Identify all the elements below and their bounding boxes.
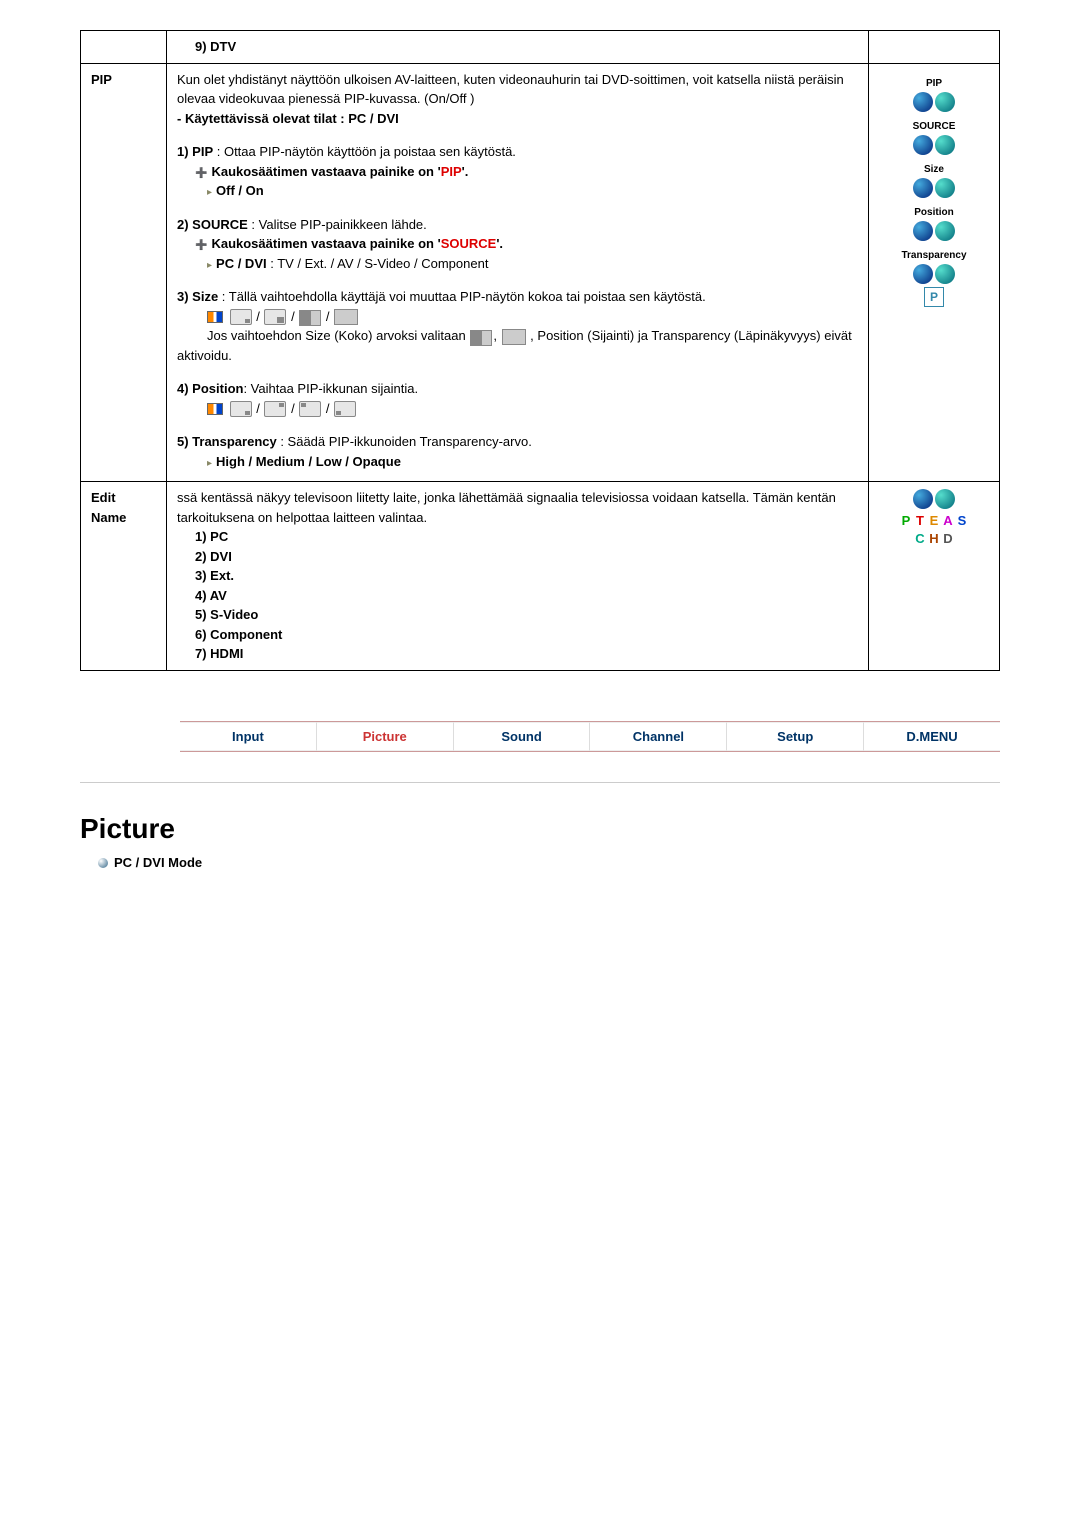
- edit-item-1: 1) PC: [195, 529, 228, 544]
- pip-3-desc: : Tällä vaihtoehdolla käyttäjä voi muutt…: [218, 289, 706, 304]
- pip-pos-bl-icon: [334, 401, 356, 417]
- letters-row-1: PTEAS: [879, 514, 989, 528]
- edit-name-label: Edit Name: [81, 482, 167, 671]
- remote-label-transparency: Transparency: [879, 248, 989, 263]
- remote-play-icon: [913, 178, 933, 198]
- pip-4-title: 4) Position: [177, 381, 243, 396]
- remote-play-icon: [913, 92, 933, 112]
- pip-5-desc: : Säädä PIP-ikkunoiden Transparency-arvo…: [277, 434, 532, 449]
- pip-1-remote-a: Kaukosäätimen vastaava painike on ': [211, 164, 440, 179]
- pip-4-desc: : Vaihtaa PIP-ikkunan sijaintia.: [243, 381, 418, 396]
- tab-channel[interactable]: Channel: [590, 722, 727, 751]
- prev-row-content: 9) DTV: [167, 31, 869, 64]
- prev-row-icons: [869, 31, 1000, 64]
- tab-setup[interactable]: Setup: [727, 722, 864, 751]
- pip-2-desc: : Valitse PIP-painikkeen lähde.: [248, 217, 427, 232]
- pip-3-title: 3) Size: [177, 289, 218, 304]
- remote-play-icon: [913, 135, 933, 155]
- remote-stop-icon: [935, 221, 955, 241]
- pip-pos-br-icon: [230, 401, 252, 417]
- pip-content: Kun olet yhdistänyt näyttöön ulkoisen AV…: [167, 63, 869, 482]
- edit-item-7: 7) HDMI: [195, 646, 243, 661]
- pip-2-remote-a: Kaukosäätimen vastaava painike on ': [211, 236, 440, 251]
- remote-label-pip: PIP: [879, 76, 989, 91]
- remote-stop-icon: [935, 489, 955, 509]
- remote-label-position: Position: [879, 205, 989, 220]
- p-box-icon: P: [924, 287, 944, 307]
- remote-stop-icon: [935, 264, 955, 284]
- pip-5-opt: High / Medium / Low / Opaque: [216, 454, 401, 469]
- remote-play-icon: [913, 489, 933, 509]
- remote-label-source: SOURCE: [879, 119, 989, 134]
- option-icon: [207, 311, 223, 323]
- dtv-item: 9) DTV: [177, 37, 858, 57]
- option-icon: [207, 403, 223, 415]
- arrow-icon: [207, 256, 216, 271]
- arrow-icon: [207, 454, 216, 469]
- pip-modes: - Käytettävissä olevat tilat : PC / DVI: [177, 111, 399, 126]
- edit-item-6: 6) Component: [195, 627, 282, 642]
- settings-table: 9) DTV PIP Kun olet yhdistänyt näyttöön …: [80, 30, 1000, 671]
- pip-remote-icons: PIP SOURCE Size Position Transparency P: [869, 63, 1000, 482]
- remote-play-icon: [913, 221, 933, 241]
- edit-name-icons: PTEAS CHD: [869, 482, 1000, 671]
- pip-label: PIP: [81, 63, 167, 482]
- edit-item-4: 4) AV: [195, 588, 227, 603]
- edit-intro: ssä kentässä näkyy televisoon liitetty l…: [177, 490, 836, 525]
- remote-stop-icon: [935, 92, 955, 112]
- remote-label-size: Size: [879, 162, 989, 177]
- plus-icon: [195, 164, 211, 179]
- pip-2-title: 2) SOURCE: [177, 217, 248, 232]
- plus-icon: [195, 236, 211, 251]
- pip-split-icon: [470, 330, 492, 344]
- nav-tabs: Input Picture Sound Channel Setup D.MENU: [180, 721, 1000, 752]
- tab-picture[interactable]: Picture: [317, 722, 454, 751]
- pip-size-icon: [230, 309, 252, 325]
- pip-intro: Kun olet yhdistänyt näyttöön ulkoisen AV…: [177, 72, 844, 107]
- separator: [80, 782, 1000, 783]
- edit-item-2: 2) DVI: [195, 549, 232, 564]
- edit-item-5: 5) S-Video: [195, 607, 258, 622]
- pip-2-remote-key: SOURCE: [441, 236, 497, 251]
- letters-row-2: CHD: [879, 532, 989, 546]
- pip-1-remote-b: '.: [462, 164, 469, 179]
- arrow-icon: [207, 183, 216, 198]
- pip-pos-tr-icon: [264, 401, 286, 417]
- sub-heading: PC / DVI Mode: [98, 855, 1000, 870]
- pip-2-opt-b: : TV / Ext. / AV / S-Video / Component: [267, 256, 489, 271]
- tab-sound[interactable]: Sound: [454, 722, 591, 751]
- edit-item-3: 3) Ext.: [195, 568, 234, 583]
- tab-dmenu[interactable]: D.MENU: [864, 722, 1000, 751]
- edit-label-1: Edit: [91, 490, 116, 505]
- pip-1-title: 1) PIP: [177, 144, 213, 159]
- sub-heading-text: PC / DVI Mode: [114, 855, 202, 870]
- tab-input[interactable]: Input: [180, 722, 317, 751]
- pip-1-remote-key: PIP: [441, 164, 462, 179]
- section-title: Picture: [80, 813, 1000, 845]
- pip-1-desc: : Ottaa PIP-näytön käyttöön ja poistaa s…: [213, 144, 516, 159]
- remote-stop-icon: [935, 135, 955, 155]
- edit-label-2: Name: [91, 510, 126, 525]
- bullet-icon: [98, 858, 108, 868]
- pip-size-icon: [264, 309, 286, 325]
- prev-row-label: [81, 31, 167, 64]
- edit-name-content: ssä kentässä näkyy televisoon liitetty l…: [167, 482, 869, 671]
- pip-2-opt-a: PC / DVI: [216, 256, 267, 271]
- pip-1-opt: Off / On: [216, 183, 264, 198]
- pip-5-title: 5) Transparency: [177, 434, 277, 449]
- pip-wide-icon: [334, 309, 358, 325]
- pip-2-remote-b: '.: [496, 236, 503, 251]
- pip-pos-tl-icon: [299, 401, 321, 417]
- pip-3-note: Jos vaihtoehdon Size (Koko) arvoksi vali…: [207, 328, 469, 343]
- remote-play-icon: [913, 264, 933, 284]
- remote-stop-icon: [935, 178, 955, 198]
- pip-split-icon: [299, 310, 321, 324]
- pip-wide-icon: [502, 329, 526, 345]
